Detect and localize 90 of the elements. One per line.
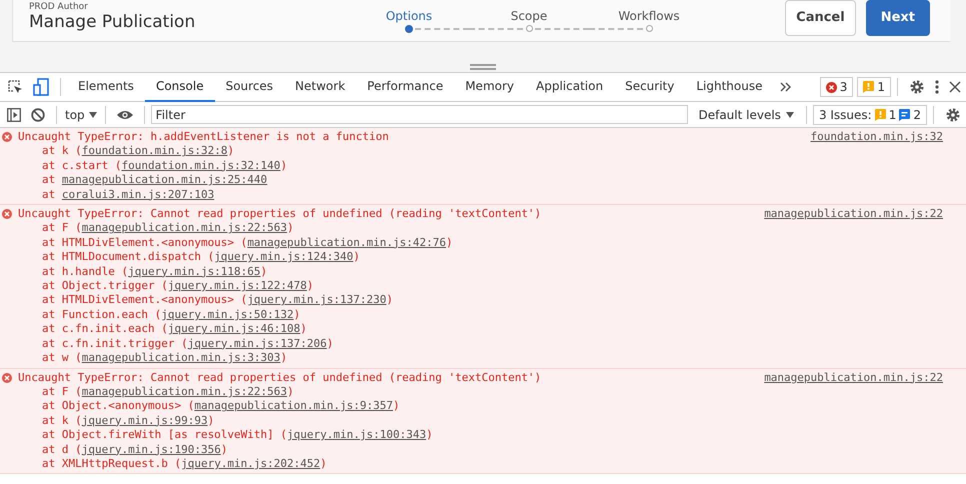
caret-icon [88,112,97,118]
stack-location-link[interactable]: managepublication.min.js:3:303 [82,351,280,364]
stack-location-link[interactable]: jquery.min.js:118:65 [128,264,261,278]
stack-location-link[interactable]: jquery.min.js:124:340 [214,250,354,264]
stack-frame: at F (managepublication.min.js:22:563) [0,221,966,236]
step-link[interactable]: Options [386,8,432,24]
stack-frame: at h.handle (jquery.min.js:118:65) [0,264,966,280]
stack-location-link[interactable]: managepublication.min.js:22:563 [82,384,288,398]
stack-location-link[interactable]: jquery.min.js:190:356 [82,442,221,456]
cancel-button[interactable]: Cancel [785,0,856,36]
stack-location-link[interactable]: jquery.min.js:137:230 [247,293,386,306]
step-link[interactable]: Scope [510,8,548,24]
caret-icon [786,112,794,118]
source-link[interactable]: managepublication.min.js:22 [764,370,943,385]
stack-location-link[interactable]: jquery.min.js:50:132 [161,308,294,321]
eye-icon[interactable] [116,110,133,120]
stack-frame: at k (jquery.min.js:99:93) [0,414,966,428]
context-dropdown[interactable]: top [63,108,99,122]
issues-button[interactable]: 3 Issues: 1 2 [812,104,927,124]
error-icon [2,132,12,142]
stack-location-link[interactable]: coralui3.min.js:207:103 [62,188,214,201]
devtools-tab[interactable]: Performance [356,72,454,102]
settings-icon[interactable] [945,106,961,122]
stack-frame: at HTMLDivElement.<anonymous> (managepublication.min.js:42:76) [0,236,966,250]
issues-label: 3 Issues: [818,108,872,122]
next-button[interactable]: Next [866,0,930,36]
resize-handle-icon[interactable] [470,64,496,70]
stack-frame: at Object.<anonymous> (managepublication.min.js:9:357) [0,399,966,414]
stack-frame: at c.fn.init.each (jquery.min.js:46:108) [0,322,966,337]
source-link[interactable]: managepublication.min.js:22 [764,207,943,222]
stack-frame: at managepublication.min.js:25:440 [0,173,966,188]
stack-frame: at k (foundation.min.js:32:8) [0,144,966,159]
stack-location-link[interactable]: jquery.min.js:202:452 [181,456,320,470]
source-link[interactable]: foundation.min.js:32 [810,130,943,144]
filter-field[interactable]: Filter [150,105,688,124]
devtools-tab[interactable]: Network [284,72,356,102]
stack-location-link[interactable]: jquery.min.js:100:343 [287,428,426,442]
error-count-button[interactable]: 3 [820,77,854,97]
stack-location-link[interactable]: jquery.min.js:46:108 [168,322,300,336]
inspect-icon[interactable] [7,79,23,95]
devtools-tab[interactable]: Elements [67,72,145,102]
error-text: Uncaught TypeError: Cannot read properties of undefined (reading 'textContent') [18,207,542,222]
clear-console-icon[interactable] [31,108,45,122]
stack-frame: at F (managepublication.min.js:22:563) [0,384,966,400]
info-issue-count: 2 [913,108,921,122]
step-link[interactable]: Workflows [618,8,680,24]
warning-icon [874,108,886,120]
error-text: Uncaught TypeError: Cannot read properties of undefined (reading 'textContent') [18,370,542,385]
stack-frame: at XMLHttpRequest.b (jquery.min.js:202:452) [0,456,966,472]
warning-icon [863,81,874,93]
stack-frame: at coralui3.min.js:207:103 [0,188,966,202]
devtools-tab[interactable]: Application [525,72,614,102]
info-icon [899,108,910,120]
stack-frame: at c.fn.init.trigger (jquery.min.js:137:206) [0,336,966,352]
stack-frame: at c.start (foundation.min.js:32:140) [0,158,966,174]
stack-location-link[interactable]: foundation.min.js:32:140 [121,158,280,172]
stack-location-link[interactable]: jquery.min.js:122:478 [168,279,307,292]
error-text: Uncaught TypeError: h.addEventListener is not a function [18,130,389,144]
devtools-tab[interactable]: Lighthouse [685,72,774,102]
stack-location-link[interactable]: jquery.min.js:137:206 [188,336,327,350]
close-icon[interactable] [949,81,961,93]
more-tabs-icon[interactable] [780,82,792,92]
stack-frame: at Object.trigger (jquery.min.js:122:478) [0,279,966,294]
stack-location-link[interactable]: managepublication.min.js:9:357 [194,399,394,412]
app-label: PROD Author [29,2,89,12]
stack-location-link[interactable]: managepublication.min.js:42:76 [247,236,446,249]
devtools-tab[interactable]: Sources [214,72,284,102]
log-levels-dropdown[interactable]: Default levels [692,106,800,122]
settings-icon[interactable] [909,79,925,95]
stack-frame: at w (managepublication.min.js:3:303) [0,351,966,366]
stack-frame: at d (jquery.min.js:190:356) [0,442,966,457]
stack-location-link[interactable]: foundation.min.js:32:8 [82,144,228,158]
stack-frame: at HTMLDocument.dispatch (jquery.min.js:124:340) [0,250,966,265]
sidebar-toggle-icon[interactable] [7,108,21,122]
devtools-tab[interactable]: Security [614,72,686,102]
error-icon [2,372,12,383]
stack-location-link[interactable]: jquery.min.js:99:93 [82,414,208,427]
error-icon [826,82,837,92]
page-title: Manage Publication [29,12,196,32]
stack-location-link[interactable]: managepublication.min.js:22:563 [82,221,288,234]
devtools-tab[interactable]: Memory [454,72,526,102]
device-toolbar-icon[interactable] [33,78,49,96]
error-icon [2,209,12,220]
stack-frame: at Function.each (jquery.min.js:50:132) [0,308,966,322]
warning-count-button[interactable]: 1 [857,77,891,97]
kebab-menu-icon[interactable] [935,80,939,94]
stack-frame: at HTMLDivElement.<anonymous> (jquery.min.js:137:230) [0,293,966,308]
warning-issue-count: 1 [888,108,896,122]
stack-frame: at Object.fireWith [as resolveWith] (jquery.min.js:100:343) [0,428,966,443]
stack-location-link[interactable]: managepublication.min.js:25:440 [62,173,268,186]
